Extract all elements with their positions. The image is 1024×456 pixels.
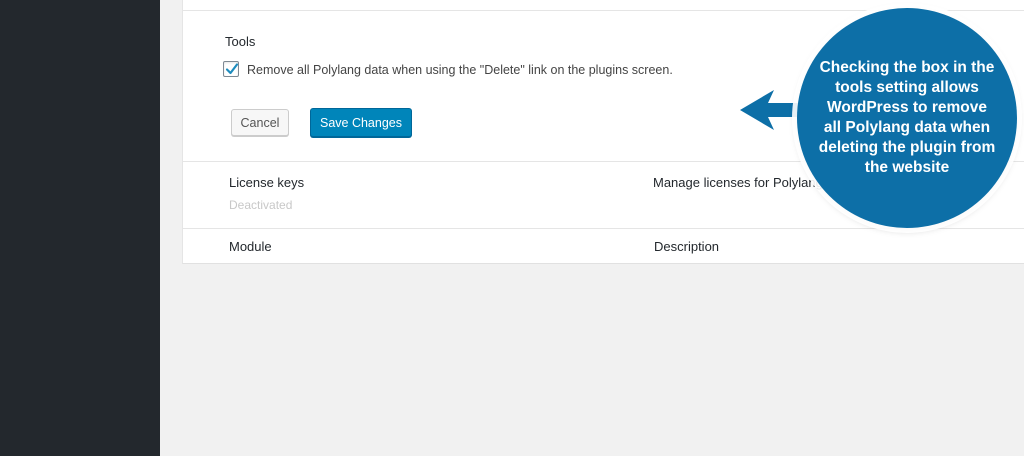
tools-heading: Tools — [225, 34, 256, 49]
license-description: Manage licenses for Polylang — [653, 175, 823, 190]
license-keys-name: License keys — [229, 175, 305, 190]
cancel-button[interactable]: Cancel — [231, 109, 289, 136]
module-column-header: Module — [229, 239, 272, 254]
save-changes-button[interactable]: Save Changes — [310, 108, 412, 137]
admin-sidebar — [0, 0, 160, 456]
checkmark-icon — [225, 63, 239, 75]
callout-bubble: Checking the box in the tools setting al… — [797, 8, 1017, 228]
remove-data-checkbox-label[interactable]: Remove all Polylang data when using the … — [247, 63, 673, 77]
table-header-divider — [183, 228, 1024, 229]
license-status: Deactivated — [229, 198, 293, 212]
remove-data-checkbox[interactable] — [223, 61, 239, 77]
callout-text: Checking the box in the tools setting al… — [818, 59, 996, 176]
description-column-header: Description — [654, 239, 720, 254]
